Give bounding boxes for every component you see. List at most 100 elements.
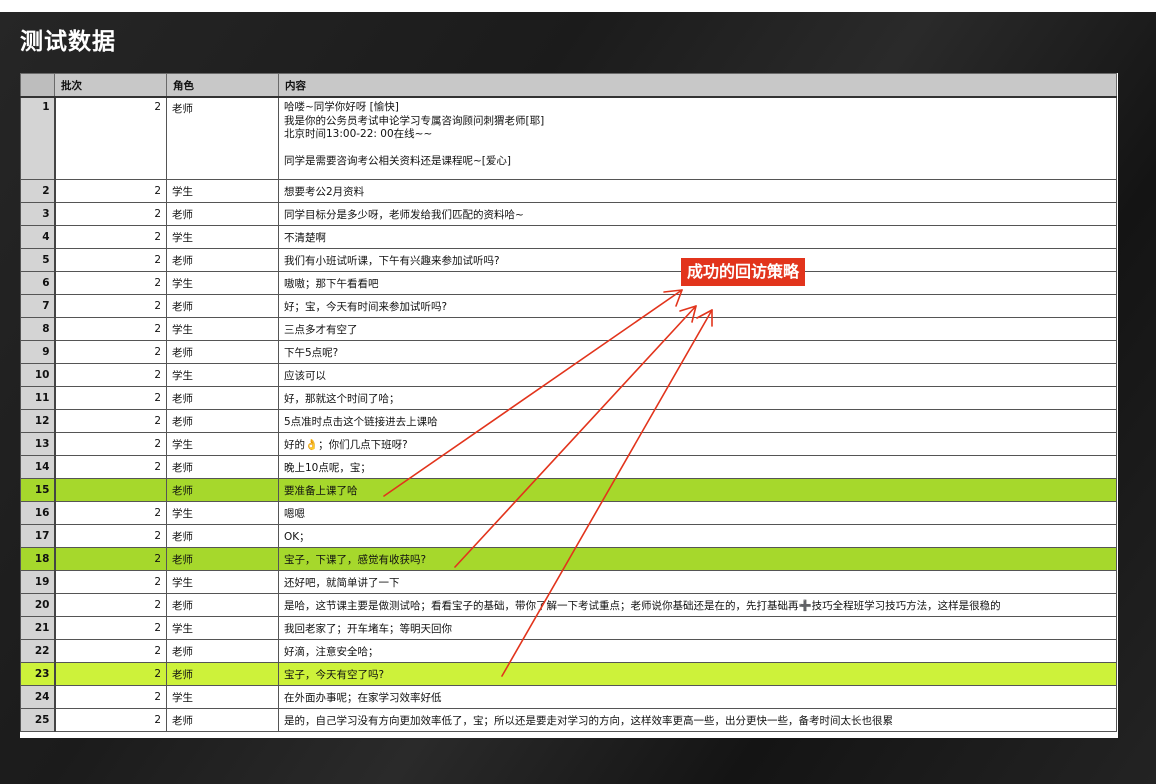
content-cell[interactable]: 同学目标分是多少呀，老师发给我们匹配的资料哈~: [278, 202, 1117, 226]
content-cell[interactable]: 还好吧，就简单讲了一下: [278, 570, 1117, 594]
role-cell[interactable]: 学生: [166, 179, 279, 203]
content-cell[interactable]: 嗯嗯: [278, 501, 1117, 525]
batch-cell[interactable]: 2: [54, 455, 167, 479]
column-header-role[interactable]: 角色: [166, 73, 279, 98]
content-cell[interactable]: 在外面办事呢；在家学习效率好低: [278, 685, 1117, 709]
content-cell[interactable]: 是哈，这节课主要是做测试哈；看看宝子的基础，带你了解一下考试重点；老师说你基础还…: [278, 593, 1117, 617]
batch-cell[interactable]: 2: [54, 363, 167, 387]
role-cell[interactable]: 老师: [166, 248, 279, 272]
content-cell[interactable]: 我回老家了；开车堵车；等明天回你: [278, 616, 1117, 640]
content-cell[interactable]: 应该可以: [278, 363, 1117, 387]
column-header-content[interactable]: 内容: [278, 73, 1117, 98]
role-cell[interactable]: 老师: [166, 386, 279, 410]
content-cell[interactable]: 好，那就这个时间了哈；: [278, 386, 1117, 410]
batch-cell[interactable]: 2: [54, 570, 167, 594]
batch-cell[interactable]: 2: [54, 294, 167, 318]
role-cell[interactable]: 老师: [166, 662, 279, 686]
content-cell[interactable]: 好滴，注意安全哈；: [278, 639, 1117, 663]
row-number[interactable]: 23: [20, 662, 56, 686]
role-cell[interactable]: 老师: [166, 294, 279, 318]
row-number[interactable]: 17: [20, 524, 56, 548]
row-number[interactable]: 9: [20, 340, 56, 364]
content-cell[interactable]: 哈喽~同学你好呀 [愉快] 我是你的公务员考试申论学习专属咨询顾问刺猬老师[耶]…: [278, 96, 1117, 180]
row-number[interactable]: 5: [20, 248, 56, 272]
batch-cell[interactable]: 2: [54, 179, 167, 203]
role-cell[interactable]: 老师: [166, 455, 279, 479]
role-cell[interactable]: 老师: [166, 593, 279, 617]
batch-cell[interactable]: 2: [54, 685, 167, 709]
batch-cell[interactable]: 2: [54, 271, 167, 295]
row-number[interactable]: 6: [20, 271, 56, 295]
content-cell[interactable]: 晚上10点呢，宝；: [278, 455, 1117, 479]
role-cell[interactable]: 老师: [166, 340, 279, 364]
role-cell[interactable]: 学生: [166, 271, 279, 295]
column-header-batch[interactable]: 批次: [54, 73, 167, 98]
batch-cell[interactable]: 2: [54, 432, 167, 456]
batch-cell[interactable]: 2: [54, 386, 167, 410]
row-number[interactable]: 24: [20, 685, 56, 709]
role-cell[interactable]: 学生: [166, 616, 279, 640]
row-number[interactable]: 20: [20, 593, 56, 617]
batch-cell[interactable]: 2: [54, 639, 167, 663]
content-cell[interactable]: 宝子，下课了，感觉有收获吗?: [278, 547, 1117, 571]
role-cell[interactable]: 老师: [166, 547, 279, 571]
batch-cell[interactable]: 2: [54, 340, 167, 364]
corner-header[interactable]: [20, 73, 55, 98]
content-cell[interactable]: 宝子，今天有空了吗?: [278, 662, 1117, 686]
row-number[interactable]: 14: [20, 455, 56, 479]
row-number[interactable]: 3: [20, 202, 56, 226]
row-number[interactable]: 19: [20, 570, 56, 594]
role-cell[interactable]: 老师: [166, 409, 279, 433]
role-cell[interactable]: 学生: [166, 432, 279, 456]
batch-cell[interactable]: 2: [54, 708, 167, 732]
row-number[interactable]: 11: [20, 386, 56, 410]
role-cell[interactable]: 学生: [166, 317, 279, 341]
role-cell[interactable]: 学生: [166, 225, 279, 249]
content-cell[interactable]: 要准备上课了哈: [278, 478, 1117, 502]
batch-cell[interactable]: 2: [54, 524, 167, 548]
row-number[interactable]: 15: [20, 478, 56, 502]
role-cell[interactable]: 老师: [166, 639, 279, 663]
batch-cell[interactable]: 2: [54, 248, 167, 272]
row-number[interactable]: 7: [20, 294, 56, 318]
row-number[interactable]: 1: [20, 96, 56, 180]
role-cell[interactable]: 老师: [166, 524, 279, 548]
content-cell[interactable]: 是的，自己学习没有方向更加效率低了，宝；所以还是要走对学习的方向，这样效率更高一…: [278, 708, 1117, 732]
role-cell[interactable]: 老师: [166, 202, 279, 226]
row-number[interactable]: 22: [20, 639, 56, 663]
batch-cell[interactable]: 2: [54, 616, 167, 640]
row-number[interactable]: 12: [20, 409, 56, 433]
role-cell[interactable]: 老师: [166, 96, 279, 180]
batch-cell[interactable]: 2: [54, 409, 167, 433]
row-number[interactable]: 18: [20, 547, 56, 571]
batch-cell[interactable]: 2: [54, 593, 167, 617]
role-cell[interactable]: 学生: [166, 685, 279, 709]
batch-cell[interactable]: 2: [54, 202, 167, 226]
batch-cell[interactable]: 2: [54, 225, 167, 249]
batch-cell[interactable]: 2: [54, 662, 167, 686]
content-cell[interactable]: 想要考公2月资料: [278, 179, 1117, 203]
batch-cell[interactable]: [54, 478, 167, 502]
batch-cell[interactable]: 2: [54, 96, 167, 180]
row-number[interactable]: 10: [20, 363, 56, 387]
content-cell[interactable]: 5点准时点击这个链接进去上课哈: [278, 409, 1117, 433]
content-cell[interactable]: 好的👌；你们几点下班呀?: [278, 432, 1117, 456]
content-cell[interactable]: 不清楚啊: [278, 225, 1117, 249]
role-cell[interactable]: 老师: [166, 478, 279, 502]
row-number[interactable]: 8: [20, 317, 56, 341]
row-number[interactable]: 16: [20, 501, 56, 525]
batch-cell[interactable]: 2: [54, 547, 167, 571]
row-number[interactable]: 21: [20, 616, 56, 640]
content-cell[interactable]: OK；: [278, 524, 1117, 548]
row-number[interactable]: 13: [20, 432, 56, 456]
role-cell[interactable]: 老师: [166, 708, 279, 732]
role-cell[interactable]: 学生: [166, 570, 279, 594]
batch-cell[interactable]: 2: [54, 317, 167, 341]
row-number[interactable]: 4: [20, 225, 56, 249]
role-cell[interactable]: 学生: [166, 363, 279, 387]
row-number[interactable]: 2: [20, 179, 56, 203]
content-cell[interactable]: 好；宝，今天有时间来参加试听吗?: [278, 294, 1117, 318]
role-cell[interactable]: 学生: [166, 501, 279, 525]
batch-cell[interactable]: 2: [54, 501, 167, 525]
row-number[interactable]: 25: [20, 708, 56, 732]
